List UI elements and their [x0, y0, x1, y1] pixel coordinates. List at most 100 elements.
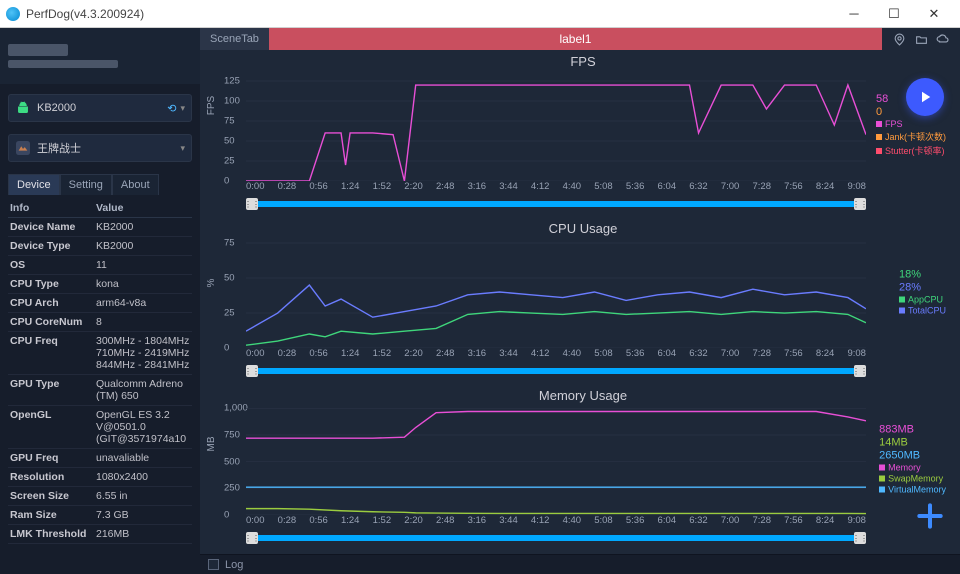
- app-icon: [15, 140, 31, 156]
- record-label-tab[interactable]: label1: [269, 28, 882, 50]
- y-tick: 1,000: [224, 403, 248, 414]
- x-tick: 2:48: [436, 181, 455, 195]
- legend-item[interactable]: Jank(卡顿次数): [876, 130, 946, 143]
- y-tick: 750: [224, 430, 240, 441]
- tab-device[interactable]: Device: [8, 174, 60, 195]
- chart-svg: [246, 403, 866, 515]
- table-row: GPU TypeQualcomm Adreno (TM) 650: [8, 375, 192, 406]
- x-tick: 5:08: [594, 181, 613, 195]
- scroll-handle-right[interactable]: ⋮⋮: [854, 365, 866, 377]
- x-tick: 3:16: [468, 348, 487, 362]
- sidebar: KB2000 ⟲ ▾ 王牌战士 ▾ Device Setting About I…: [0, 28, 200, 574]
- info-value: 8: [94, 313, 192, 332]
- y-tick: 25: [224, 156, 235, 167]
- table-row: OpenGLOpenGL ES 3.2 V@0501.0 (GIT@357197…: [8, 406, 192, 449]
- y-tick: 75: [224, 238, 235, 249]
- x-tick: 4:40: [563, 515, 582, 529]
- x-tick: 6:32: [689, 348, 708, 362]
- link-icon[interactable]: ⟲: [167, 102, 176, 115]
- tab-setting[interactable]: Setting: [60, 174, 112, 195]
- x-tick: 7:56: [784, 348, 803, 362]
- x-tick: 0:56: [309, 181, 328, 195]
- y-tick: 250: [224, 483, 240, 494]
- x-tick: 0:00: [246, 348, 265, 362]
- scroll-handle-right[interactable]: ⋮⋮: [854, 532, 866, 544]
- legend-item[interactable]: TotalCPU: [899, 306, 946, 316]
- info-key: Screen Size: [8, 487, 94, 506]
- x-axis: 0:000:280:561:241:522:202:483:163:444:12…: [246, 348, 866, 362]
- location-icon[interactable]: [892, 32, 906, 46]
- timeline-scrollbar[interactable]: ⋮⋮ ⋮⋮: [246, 197, 866, 211]
- app-selector[interactable]: 王牌战士 ▾: [8, 134, 192, 162]
- info-key: CPU Freq: [8, 332, 94, 375]
- x-axis: 0:000:280:561:241:522:202:483:163:444:12…: [246, 181, 866, 195]
- play-button[interactable]: [906, 78, 944, 116]
- x-tick: 3:44: [499, 181, 518, 195]
- chart-plot-area[interactable]: %025507518%28%AppCPUTotalCPU: [220, 236, 946, 348]
- y-tick: 75: [224, 116, 235, 127]
- legend-current-value: 18%: [899, 269, 946, 281]
- info-value: 7.3 GB: [94, 506, 192, 525]
- info-key: OpenGL: [8, 406, 94, 449]
- y-tick: 0: [224, 510, 229, 521]
- x-tick: 0:56: [309, 515, 328, 529]
- close-button[interactable]: ✕: [914, 0, 954, 28]
- legend-item[interactable]: SwapMemory: [879, 474, 946, 484]
- folder-icon[interactable]: [914, 32, 928, 46]
- chart-plot-area[interactable]: FPS0255075100125580FPSJank(卡顿次数)Stutter(…: [220, 69, 946, 181]
- x-tick: 5:08: [594, 515, 613, 529]
- info-key: GPU Type: [8, 375, 94, 406]
- scroll-handle-left[interactable]: ⋮⋮: [246, 198, 258, 210]
- x-tick: 7:00: [721, 348, 740, 362]
- chevron-down-icon: ▾: [180, 143, 185, 154]
- info-key: LMK Threshold: [8, 525, 94, 544]
- table-row: OS11: [8, 256, 192, 275]
- y-tick: 50: [224, 273, 235, 284]
- scene-tab[interactable]: SceneTab: [200, 28, 269, 50]
- y-axis-label: %: [206, 279, 217, 288]
- legend-item[interactable]: AppCPU: [899, 295, 946, 305]
- x-tick: 7:00: [721, 181, 740, 195]
- chevron-down-icon: ▾: [180, 103, 185, 114]
- x-tick: 7:28: [753, 181, 772, 195]
- table-row: CPU Freq300MHz - 1804MHz 710MHz - 2419MH…: [8, 332, 192, 375]
- info-value: 6.55 in: [94, 487, 192, 506]
- maximize-button[interactable]: ☐: [874, 0, 914, 28]
- table-row: Ram Size7.3 GB: [8, 506, 192, 525]
- info-header-value: Value: [94, 199, 192, 218]
- timeline-scrollbar[interactable]: ⋮⋮ ⋮⋮: [246, 531, 866, 545]
- info-key: Device Type: [8, 237, 94, 256]
- timeline-scrollbar[interactable]: ⋮⋮ ⋮⋮: [246, 364, 866, 378]
- x-tick: 9:08: [847, 181, 866, 195]
- info-value: OpenGL ES 3.2 V@0501.0 (GIT@3571974a10: [94, 406, 192, 449]
- chart-title: FPS: [220, 54, 946, 69]
- device-selector[interactable]: KB2000 ⟲ ▾: [8, 94, 192, 122]
- device-info-table: Info Value Device NameKB2000Device TypeK…: [8, 199, 192, 544]
- info-key: CPU Arch: [8, 294, 94, 313]
- info-value: 216MB: [94, 525, 192, 544]
- tab-about[interactable]: About: [112, 174, 159, 195]
- legend-item[interactable]: FPS: [876, 119, 946, 129]
- cloud-icon[interactable]: [936, 32, 950, 46]
- legend-item[interactable]: Stutter(卡顿率): [876, 144, 946, 157]
- x-tick: 2:48: [436, 348, 455, 362]
- x-tick: 3:16: [468, 181, 487, 195]
- minimize-button[interactable]: ─: [834, 0, 874, 28]
- add-chart-button[interactable]: [914, 500, 946, 532]
- legend-current-value: 14MB: [879, 437, 946, 449]
- scroll-handle-left[interactable]: ⋮⋮: [246, 532, 258, 544]
- info-key: Ram Size: [8, 506, 94, 525]
- table-row: CPU Archarm64-v8a: [8, 294, 192, 313]
- x-tick: 2:20: [404, 515, 423, 529]
- legend-item[interactable]: VirtualMemory: [879, 485, 946, 495]
- scroll-handle-right[interactable]: ⋮⋮: [854, 198, 866, 210]
- legend-current-value: 883MB: [879, 424, 946, 436]
- scroll-handle-left[interactable]: ⋮⋮: [246, 365, 258, 377]
- legend-item[interactable]: Memory: [879, 463, 946, 473]
- x-tick: 1:52: [373, 348, 392, 362]
- chart-legend: 18%28%AppCPUTotalCPU: [899, 269, 946, 316]
- log-checkbox[interactable]: [208, 559, 219, 570]
- chart-plot-area[interactable]: MB02505007501,000883MB14MB2650MBMemorySw…: [220, 403, 946, 515]
- x-tick: 1:52: [373, 515, 392, 529]
- table-row: GPU Frequnavaliable: [8, 449, 192, 468]
